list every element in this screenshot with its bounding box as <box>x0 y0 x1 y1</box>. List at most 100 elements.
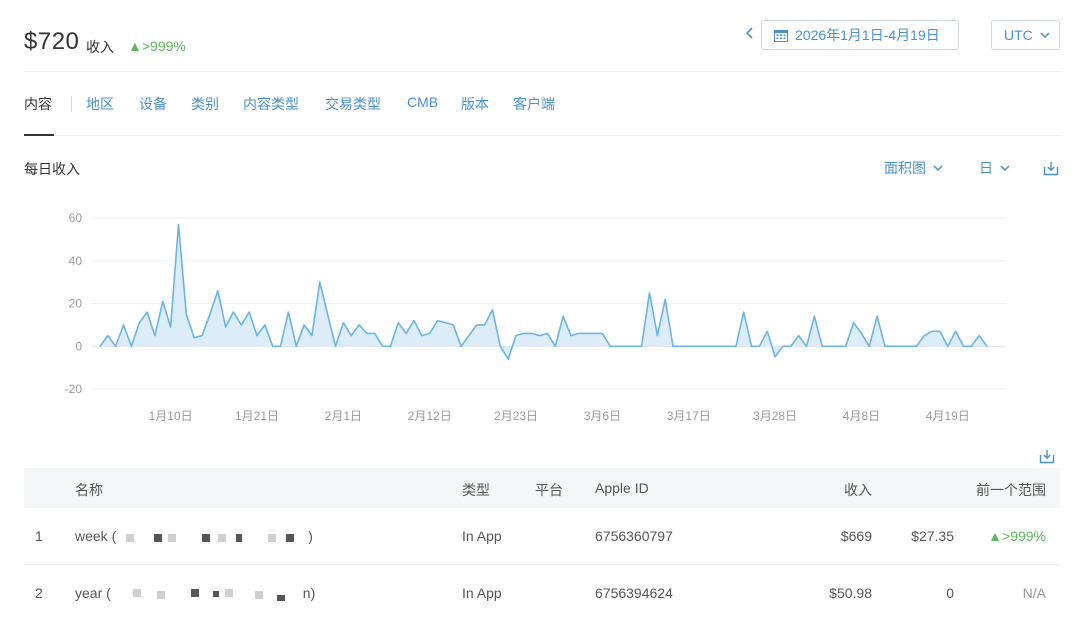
data-point[interactable] <box>805 344 809 348</box>
data-point[interactable] <box>334 344 338 348</box>
data-point[interactable] <box>671 344 675 348</box>
row-name[interactable]: year ( n) <box>75 585 315 602</box>
data-point[interactable] <box>985 344 989 348</box>
data-point[interactable] <box>451 323 455 327</box>
data-point[interactable] <box>969 344 973 348</box>
data-point[interactable] <box>286 310 290 314</box>
data-point[interactable] <box>899 344 903 348</box>
tab-content[interactable]: 内容 <box>24 94 52 114</box>
data-point[interactable] <box>938 329 942 333</box>
data-point[interactable] <box>161 299 165 303</box>
data-point[interactable] <box>616 344 620 348</box>
data-point[interactable] <box>443 321 447 325</box>
data-point[interactable] <box>750 344 754 348</box>
data-point[interactable] <box>765 329 769 333</box>
data-point[interactable] <box>420 334 424 338</box>
data-point[interactable] <box>844 344 848 348</box>
data-point[interactable] <box>396 321 400 325</box>
data-point[interactable] <box>742 310 746 314</box>
data-point[interactable] <box>137 321 141 325</box>
data-point[interactable] <box>169 325 173 329</box>
data-point[interactable] <box>279 344 283 348</box>
table-row[interactable]: 2 year ( n) In App 6756394624 $50.98 0 N… <box>24 565 1060 620</box>
data-point[interactable] <box>946 344 950 348</box>
data-point[interactable] <box>192 336 196 340</box>
column-header-apple-id[interactable]: Apple ID <box>595 480 649 496</box>
data-point[interactable] <box>428 331 432 335</box>
tab-region[interactable]: 地区 <box>86 94 114 114</box>
data-point[interactable] <box>129 344 133 348</box>
data-point[interactable] <box>648 291 652 295</box>
data-point[interactable] <box>891 344 895 348</box>
data-point[interactable] <box>98 344 102 348</box>
data-point[interactable] <box>357 323 361 327</box>
data-point[interactable] <box>734 344 738 348</box>
data-point[interactable] <box>475 323 479 327</box>
data-point[interactable] <box>757 344 761 348</box>
data-point[interactable] <box>145 310 149 314</box>
data-point[interactable] <box>663 297 667 301</box>
data-point[interactable] <box>569 334 573 338</box>
data-point[interactable] <box>538 334 542 338</box>
data-point[interactable] <box>954 329 958 333</box>
data-point[interactable] <box>828 344 832 348</box>
date-range-picker[interactable]: 2026年1月1日-4月19日 <box>761 20 959 50</box>
data-point[interactable] <box>318 280 322 284</box>
download-icon[interactable] <box>1039 448 1055 464</box>
data-point[interactable] <box>349 334 353 338</box>
data-point[interactable] <box>812 314 816 318</box>
data-point[interactable] <box>922 334 926 338</box>
data-point[interactable] <box>561 314 565 318</box>
data-point[interactable] <box>404 331 408 335</box>
data-point[interactable] <box>263 323 267 327</box>
data-point[interactable] <box>789 344 793 348</box>
data-point[interactable] <box>530 331 534 335</box>
data-point[interactable] <box>514 334 518 338</box>
data-point[interactable] <box>962 344 966 348</box>
chart-type-select[interactable]: 面积图 <box>884 158 943 178</box>
data-point[interactable] <box>593 331 597 335</box>
column-header-type[interactable]: 类型 <box>462 480 490 500</box>
download-icon[interactable] <box>1043 160 1059 176</box>
data-point[interactable] <box>122 323 126 327</box>
chevron-left-icon[interactable] <box>745 26 754 44</box>
data-point[interactable] <box>695 344 699 348</box>
data-point[interactable] <box>216 289 220 293</box>
tab-category[interactable]: 类别 <box>191 94 219 114</box>
row-name[interactable]: week ( ) <box>75 528 313 544</box>
data-point[interactable] <box>153 334 157 338</box>
data-point[interactable] <box>412 319 416 323</box>
data-point[interactable] <box>177 222 181 226</box>
data-point[interactable] <box>577 331 581 335</box>
interval-select[interactable]: 日 <box>979 158 1010 178</box>
tab-transaction-type[interactable]: 交易类型 <box>325 94 381 114</box>
data-point[interactable] <box>381 344 385 348</box>
data-point[interactable] <box>875 314 879 318</box>
data-point[interactable] <box>483 323 487 327</box>
data-point[interactable] <box>710 344 714 348</box>
data-point[interactable] <box>302 323 306 327</box>
data-point[interactable] <box>687 344 691 348</box>
data-point[interactable] <box>310 334 314 338</box>
data-point[interactable] <box>106 334 110 338</box>
data-point[interactable] <box>608 344 612 348</box>
data-point[interactable] <box>326 312 330 316</box>
data-point[interactable] <box>114 344 118 348</box>
data-point[interactable] <box>930 329 934 333</box>
data-point[interactable] <box>640 344 644 348</box>
data-point[interactable] <box>726 344 730 348</box>
data-point[interactable] <box>718 344 722 348</box>
column-header-previous[interactable]: 前一个范围 <box>976 480 1046 500</box>
table-row[interactable]: 1 week ( ) In App 6756360797 $669 $27.35… <box>24 508 1060 565</box>
tab-client[interactable]: 客户端 <box>513 94 555 114</box>
data-point[interactable] <box>200 334 204 338</box>
data-point[interactable] <box>184 312 188 316</box>
data-point[interactable] <box>239 323 243 327</box>
data-point[interactable] <box>373 331 377 335</box>
data-point[interactable] <box>459 344 463 348</box>
data-point[interactable] <box>522 331 526 335</box>
data-point[interactable] <box>773 355 777 359</box>
data-point[interactable] <box>852 321 856 325</box>
data-point[interactable] <box>498 344 502 348</box>
data-point[interactable] <box>624 344 628 348</box>
